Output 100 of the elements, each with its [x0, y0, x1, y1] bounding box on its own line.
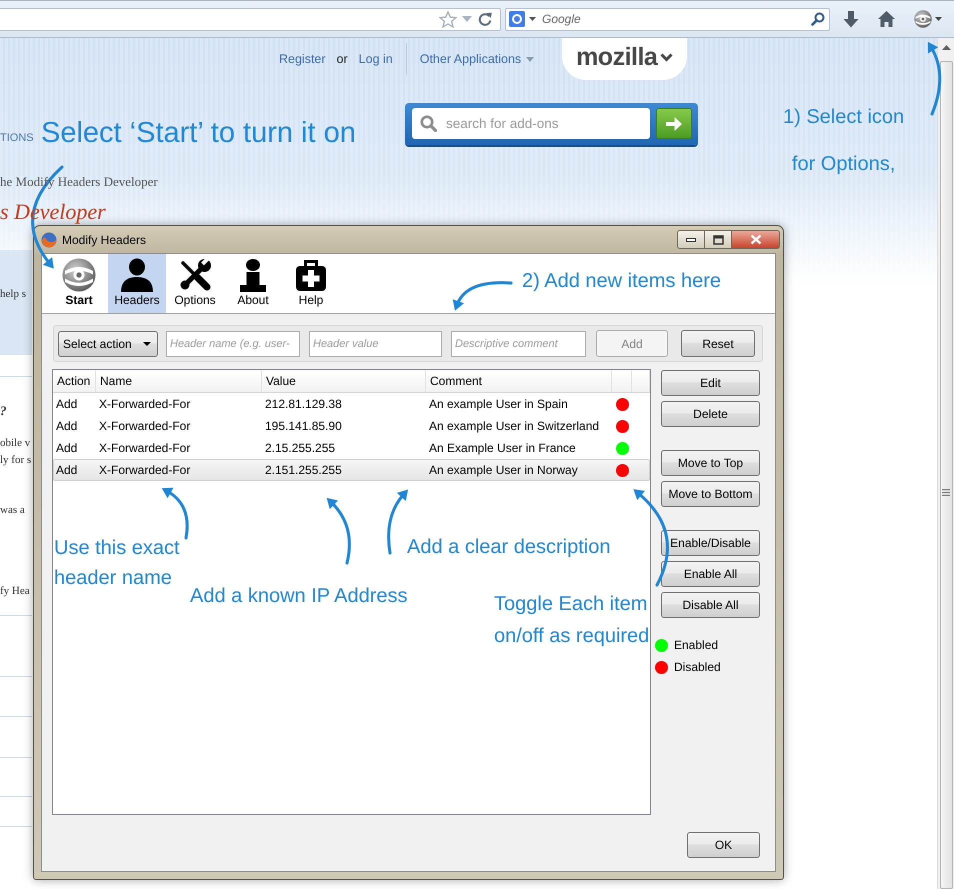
annotation-text: Add a known IP Address — [190, 584, 408, 609]
action-button[interactable]: Edit — [661, 370, 760, 396]
first-aid-kit-icon — [294, 258, 328, 292]
table-cell-text: An example User in Switzerland — [428, 418, 600, 435]
person-icon — [120, 258, 154, 292]
status-dot-icon[interactable] — [616, 442, 628, 454]
app-logo-icon — [41, 232, 57, 248]
annotation-text: Add a clear description — [407, 535, 610, 560]
table-cell-text: An example User in Norway — [428, 462, 579, 479]
column-header[interactable]: Name — [96, 370, 262, 392]
table-row[interactable]: Add X-Forwarded-For 212.81.129.38 An example User in Spain — [53, 393, 650, 415]
minimize-button[interactable] — [677, 230, 705, 249]
table-cell-text: 212.81.129.38 — [264, 396, 343, 413]
chevron-down-icon — [660, 53, 674, 62]
page-text: was a — [0, 503, 25, 518]
nav-link[interactable]: Register — [279, 52, 326, 66]
close-button[interactable] — [732, 230, 780, 249]
table-row[interactable]: Add X-Forwarded-For 2.151.255.255 An example User in Norway — [53, 459, 650, 481]
action-button[interactable]: Enable/Disable — [661, 530, 760, 556]
page-text: ly for s — [0, 453, 32, 468]
action-select[interactable]: Select action — [58, 330, 158, 356]
toolbar-button[interactable]: About — [224, 254, 282, 313]
action-button[interactable]: Move to Bottom — [661, 481, 760, 507]
table-cell-text: X-Forwarded-For — [98, 396, 192, 413]
input-field[interactable]: Descriptive comment — [451, 330, 586, 356]
window-title: Modify Headers — [62, 232, 146, 246]
toolbar-button[interactable]: Start — [50, 254, 108, 313]
search-input[interactable]: Google — [542, 8, 811, 30]
caret-icon — [529, 17, 536, 21]
form-button[interactable]: Reset — [681, 330, 755, 357]
search-engine-icon[interactable] — [509, 11, 525, 27]
page-text: help s — [0, 287, 26, 302]
search-button[interactable] — [656, 108, 692, 139]
star-icon[interactable] — [439, 10, 457, 28]
nav-fragment[interactable]: TIONS — [0, 132, 34, 145]
action-button[interactable]: Enable All — [661, 561, 760, 587]
grip-icon — [942, 489, 950, 496]
search-field[interactable]: Google — [505, 8, 830, 30]
curved-arrow — [450, 280, 513, 313]
logo-menu-tab[interactable]: mozilla — [562, 38, 688, 80]
curved-arrow — [324, 495, 352, 565]
column-header[interactable]: Action — [53, 370, 96, 392]
caret-icon — [526, 56, 534, 62]
search-icon[interactable] — [811, 12, 825, 26]
nav-link[interactable]: Log in — [358, 52, 393, 66]
status-dot-icon[interactable] — [616, 464, 628, 476]
toolbar-button[interactable]: Headers — [108, 254, 166, 313]
page-text: fy Hea — [0, 584, 30, 599]
table-cell-text: X-Forwarded-For — [98, 418, 192, 435]
circle-logo-icon — [62, 258, 96, 292]
table-cell-text: An Example User in France — [428, 440, 577, 457]
caret-icon — [143, 342, 151, 346]
annotation-text: Use this exact header name — [54, 536, 180, 591]
action-button[interactable]: Disable All — [661, 592, 760, 618]
toolbar-button[interactable]: Options — [166, 254, 224, 313]
maximize-button[interactable] — [705, 230, 732, 249]
table-row[interactable]: Add X-Forwarded-For 2.15.255.255 An Example User in France — [53, 437, 650, 459]
legend-label: Disabled — [674, 661, 721, 674]
wrench-screwdriver-icon — [178, 258, 212, 292]
table-cell-text: 2.15.255.255 — [264, 440, 336, 457]
ok-button[interactable]: OK — [687, 832, 760, 858]
reload-icon[interactable] — [478, 12, 492, 26]
legend-label: Enabled — [674, 639, 718, 652]
table-cell-text: Add — [55, 418, 78, 435]
annotation-text: 2) Add new items here — [522, 269, 721, 294]
input-field[interactable]: Header value — [309, 330, 442, 356]
caret-icon[interactable] — [935, 17, 942, 21]
table-cell-text: 2.151.255.255 — [264, 462, 343, 479]
search-icon — [420, 115, 437, 132]
curved-arrow — [159, 485, 190, 540]
download-icon[interactable] — [843, 10, 859, 28]
nav-text: or — [336, 52, 348, 66]
home-icon[interactable] — [878, 11, 895, 27]
table-cell-text: An example User in Spain — [428, 396, 569, 413]
scrollbar[interactable] — [937, 38, 954, 889]
scrollbar-thumb[interactable] — [940, 61, 952, 889]
close-icon — [750, 234, 762, 245]
action-button[interactable]: Move to Top — [661, 450, 760, 476]
input-field[interactable]: Header name (e.g. user- — [166, 330, 300, 356]
page-text: ? — [0, 403, 6, 419]
search-input[interactable]: search for add-ons — [446, 112, 650, 134]
maximize-icon — [712, 234, 724, 244]
status-dot-icon[interactable] — [616, 398, 628, 410]
nav-menu-link[interactable]: Other Applications — [420, 52, 534, 66]
up-arrow-icon[interactable] — [942, 45, 950, 50]
column-header[interactable]: Comment — [426, 370, 612, 392]
annotation-text: 1) Select icon for Options, — [783, 105, 904, 177]
search-field[interactable]: search for add-ons — [412, 108, 650, 139]
table-cell-text: X-Forwarded-For — [98, 440, 192, 457]
arrow-right-icon — [665, 116, 683, 132]
toolbar-button[interactable]: Help — [282, 254, 340, 313]
annotation-text: Select ‘Start’ to turn it on — [41, 116, 356, 151]
table-row[interactable]: Add X-Forwarded-For 195.141.85.90 An example User in Switzerland — [53, 415, 650, 437]
table-cell-text: Add — [55, 462, 78, 479]
circle-logo-icon[interactable] — [914, 10, 932, 28]
action-button[interactable]: Delete — [661, 401, 760, 427]
status-dot-icon[interactable] — [616, 420, 628, 432]
table-cell-text: Add — [55, 396, 78, 413]
table-cell-text: Add — [55, 440, 78, 457]
column-header[interactable]: Value — [262, 370, 426, 392]
